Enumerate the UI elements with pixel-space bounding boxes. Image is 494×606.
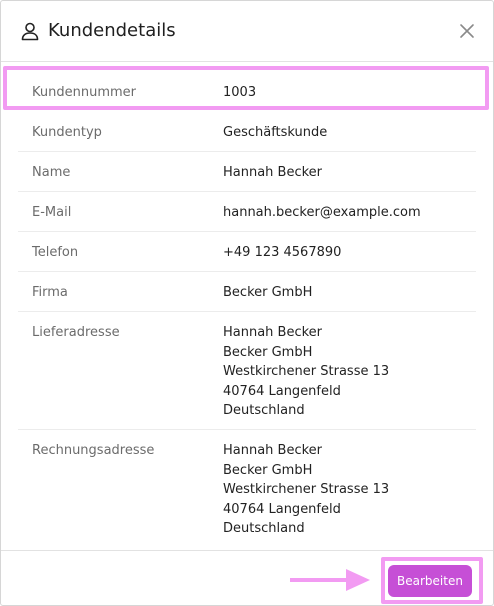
arrow-right-icon <box>290 569 370 591</box>
dialog-title: Kundendetails <box>48 20 176 41</box>
field-row-company: Firma Becker GmbH <box>18 272 476 312</box>
dialog-header: Kundendetails <box>1 1 493 61</box>
field-label: Firma <box>32 285 68 300</box>
field-label: Lieferadresse <box>32 325 120 340</box>
field-label: Kundennummer <box>32 85 136 100</box>
customer-details-dialog: Kundendetails Kundennummer 1003 Kundenty… <box>0 0 494 606</box>
field-label: Telefon <box>32 245 79 260</box>
dialog-body: Kundennummer 1003 Kundentyp Geschäftskun… <box>1 61 493 551</box>
field-value: hannah.becker@example.com <box>223 205 421 220</box>
field-row-name: Name Hannah Becker <box>18 152 476 192</box>
field-value: Becker GmbH <box>223 285 313 300</box>
field-value: +49 123 4567890 <box>223 245 342 260</box>
field-row-billing-address: Rechnungsadresse Hannah Becker Becker Gm… <box>18 430 476 548</box>
field-row-email: E-Mail hannah.becker@example.com <box>18 192 476 232</box>
field-row-delivery-address: Lieferadresse Hannah Becker Becker GmbH … <box>18 312 476 430</box>
field-value: Hannah Becker Becker GmbH Westkirchener … <box>223 325 390 418</box>
field-row-customer-number: Kundennummer 1003 <box>18 72 476 112</box>
field-label: E-Mail <box>32 205 72 220</box>
field-row-customer-type: Kundentyp Geschäftskunde <box>18 112 476 152</box>
edit-button[interactable]: Bearbeiten <box>388 565 472 597</box>
field-value: Hannah Becker Becker GmbH Westkirchener … <box>223 443 390 536</box>
field-value: Geschäftskunde <box>223 125 328 140</box>
user-icon <box>21 22 39 41</box>
field-row-phone: Telefon +49 123 4567890 <box>18 232 476 272</box>
field-label: Kundentyp <box>32 125 102 140</box>
field-label: Rechnungsadresse <box>32 443 155 458</box>
close-icon[interactable] <box>458 22 476 40</box>
field-label: Name <box>32 165 71 180</box>
field-value: 1003 <box>223 85 257 100</box>
field-value: Hannah Becker <box>223 165 323 180</box>
